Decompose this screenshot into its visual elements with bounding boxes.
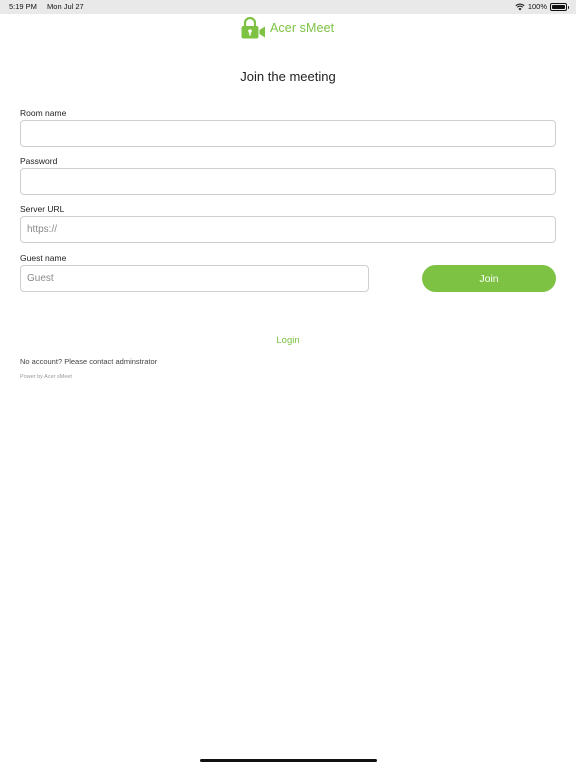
page-title: Join the meeting [240,69,336,84]
app-logo: Acer sMeet [240,17,334,39]
status-time: 5:19 PM [9,2,37,11]
status-bar: 5:19 PM Mon Jul 27 100% [0,0,576,14]
guest-name-label: Guest name [20,253,67,263]
login-link[interactable]: Login [0,335,576,346]
status-bar-right: 100% [515,2,569,11]
guest-name-input[interactable] [20,265,369,292]
server-url-input[interactable] [20,216,556,243]
status-date: Mon Jul 27 [47,2,84,11]
room-name-input[interactable] [20,120,556,147]
join-button[interactable]: Join [422,265,556,292]
battery-percent: 100% [527,2,547,11]
status-bar-left: 5:19 PM Mon Jul 27 [9,2,84,11]
home-indicator[interactable] [200,759,377,762]
powered-by-text: Power by Acer sMeet [20,374,72,380]
logo-text: Acer sMeet [270,21,335,35]
battery-icon [550,2,569,11]
server-url-label: Server URL [20,204,65,214]
password-label: Password [20,156,58,166]
password-input[interactable] [20,168,556,195]
wifi-icon [515,3,525,10]
lock-camera-icon [241,17,265,39]
room-name-label: Room name [20,108,67,118]
no-account-text: No account? Please contact adminstrator [20,357,158,366]
